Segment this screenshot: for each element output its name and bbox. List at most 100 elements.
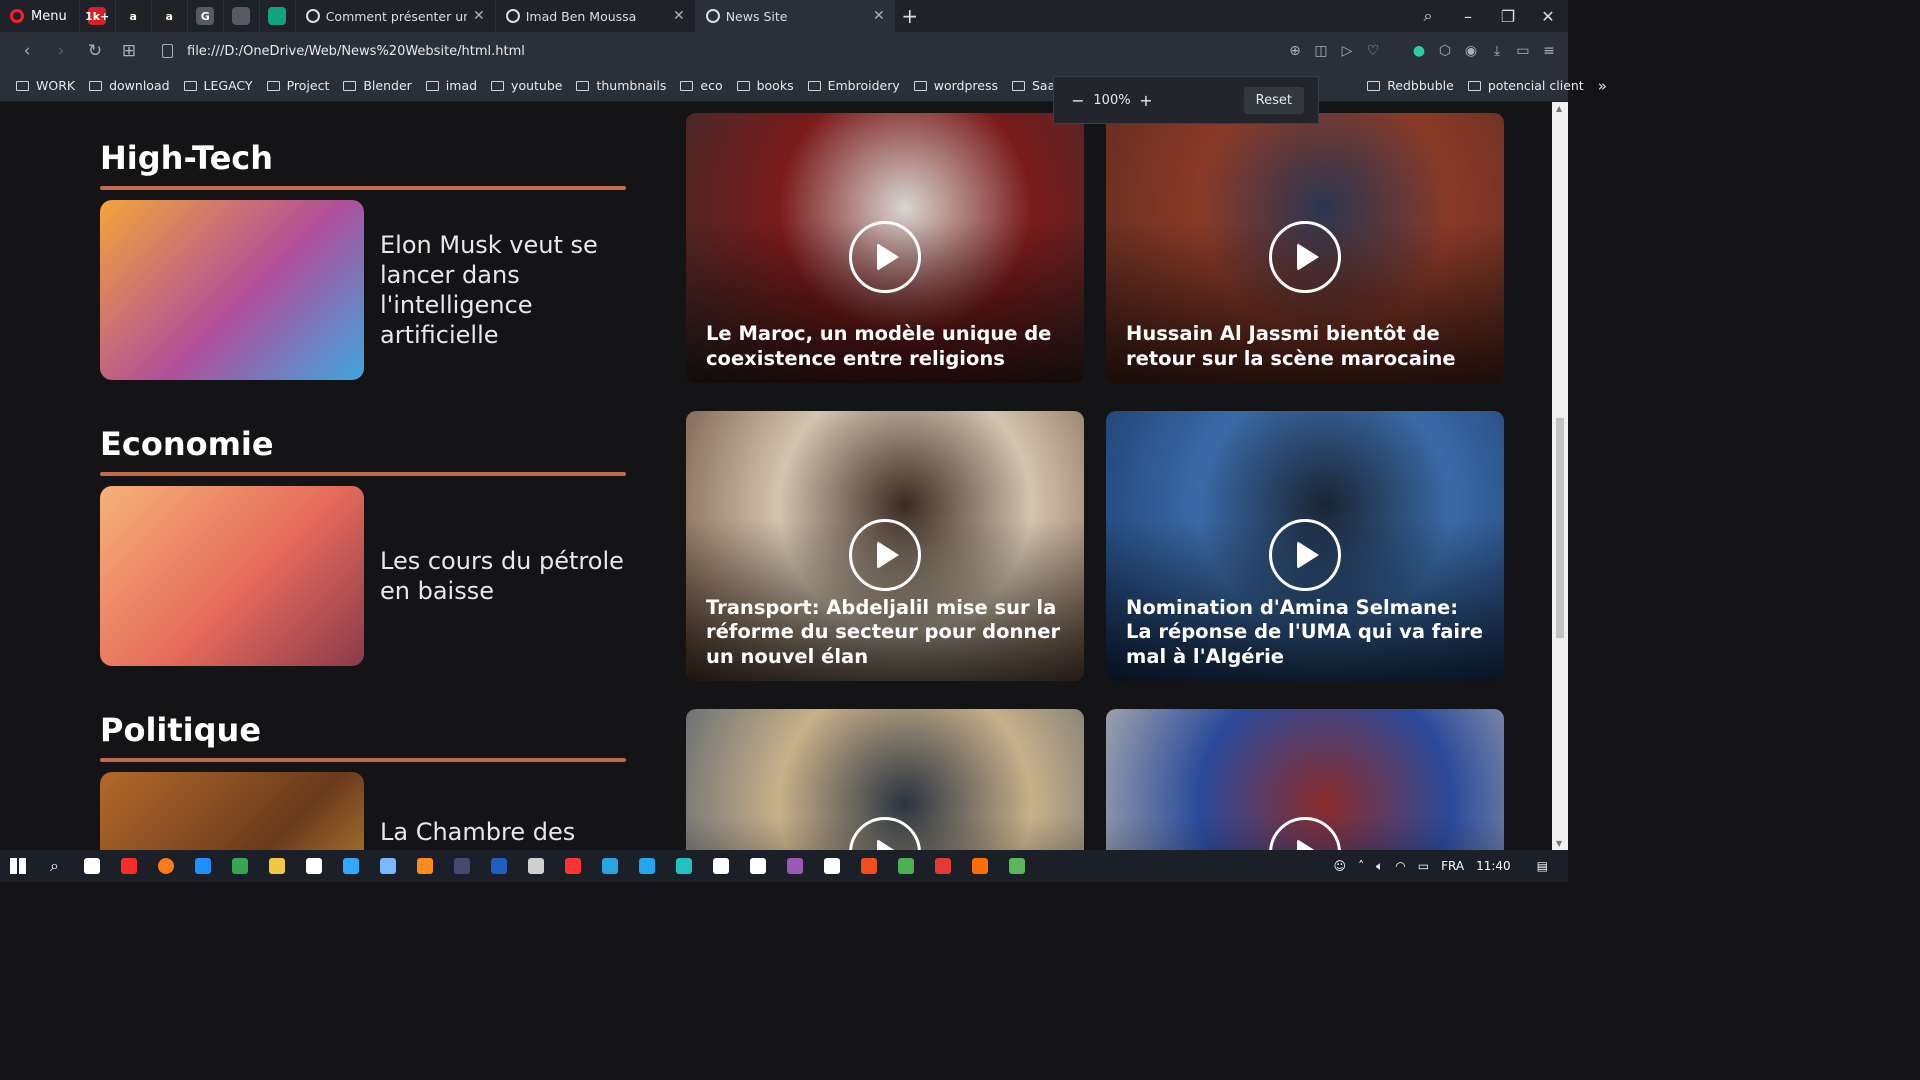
bookmark-folder[interactable]: LEGACY: [183, 78, 253, 93]
taskbar-app-icon[interactable]: [961, 850, 998, 882]
taskbar-app-icon[interactable]: [887, 850, 924, 882]
play-icon[interactable]: [1269, 221, 1341, 293]
play-icon[interactable]: [849, 519, 921, 591]
bookmark-folder[interactable]: eco: [680, 78, 723, 93]
taskbar-app-icon[interactable]: [517, 850, 554, 882]
reload-button[interactable]: ↻: [78, 41, 112, 61]
downloads-icon[interactable]: ⤓: [1488, 43, 1506, 59]
story-thumbnail[interactable]: [100, 486, 364, 666]
scrollbar-thumb[interactable]: [1556, 418, 1564, 638]
taskbar-app-icon[interactable]: [665, 850, 702, 882]
zoom-reset-button[interactable]: Reset: [1243, 86, 1304, 114]
zoom-icon[interactable]: ⊕: [1286, 43, 1304, 59]
taskbar-app-icon[interactable]: [554, 850, 591, 882]
taskbar-app-icon[interactable]: [332, 850, 369, 882]
story-thumbnail[interactable]: [100, 772, 364, 850]
maximize-button[interactable]: ❐: [1488, 7, 1528, 26]
play-icon[interactable]: [849, 221, 921, 293]
wifi-icon[interactable]: ◠: [1395, 859, 1405, 873]
bookmarks-overflow-button[interactable]: »: [1598, 77, 1607, 95]
close-tab-icon[interactable]: ✕: [873, 8, 885, 24]
people-icon[interactable]: ☺: [1334, 859, 1347, 873]
tab-pin-openai[interactable]: [258, 0, 295, 32]
tab-pin-chatgpt[interactable]: G: [186, 0, 223, 32]
zoom-in-button[interactable]: +: [1136, 91, 1156, 110]
taskbar-app-icon[interactable]: [776, 850, 813, 882]
browser-tab[interactable]: Comment présenter un pro ✕: [294, 0, 495, 32]
tab-pin-amazon-b[interactable]: a: [150, 0, 187, 32]
video-card[interactable]: Transport: Abdeljalil mise sur la réform…: [686, 411, 1084, 681]
bookmark-folder[interactable]: wordpress: [913, 78, 998, 93]
tray-expand-icon[interactable]: ˄: [1358, 859, 1364, 873]
back-button[interactable]: ‹: [10, 41, 44, 61]
video-card[interactable]: Le Maroc, un modèle unique de coexistenc…: [686, 113, 1084, 383]
start-button[interactable]: [0, 850, 36, 882]
notifications-icon[interactable]: ▤: [1537, 859, 1548, 873]
speed-dial-icon[interactable]: ⊞: [112, 41, 146, 61]
story-title[interactable]: Elon Musk veut se lancer dans l'intellig…: [380, 230, 610, 350]
taskbar-app-icon[interactable]: [110, 850, 147, 882]
bookmark-folder[interactable]: Embroidery: [807, 78, 900, 93]
profile-icon[interactable]: ◉: [1462, 43, 1480, 59]
taskbar-app-icon[interactable]: [221, 850, 258, 882]
send-icon[interactable]: ▷: [1338, 43, 1356, 59]
page-info-icon[interactable]: [162, 44, 173, 58]
video-title[interactable]: Le Maroc, un modèle unique de coexistenc…: [706, 322, 1066, 371]
bookmark-folder[interactable]: WORK: [16, 78, 75, 93]
taskbar-app-icon[interactable]: [591, 850, 628, 882]
video-card[interactable]: [1106, 709, 1504, 850]
bookmark-folder[interactable]: Redbbuble: [1367, 78, 1454, 93]
zoom-out-button[interactable]: −: [1068, 91, 1088, 110]
language-indicator[interactable]: FRA: [1441, 859, 1464, 873]
new-tab-button[interactable]: +: [895, 4, 925, 28]
bookmark-folder[interactable]: imad: [425, 78, 477, 93]
taskbar-app-icon[interactable]: [443, 850, 480, 882]
tab-pin-globe[interactable]: [222, 0, 259, 32]
taskbar-app-icon[interactable]: [702, 850, 739, 882]
taskbar-app-icon[interactable]: [813, 850, 850, 882]
search-tabs-icon[interactable]: ⌕: [1408, 6, 1448, 26]
browser-tab[interactable]: News Site ✕: [694, 0, 895, 32]
taskbar-app-icon[interactable]: [73, 850, 110, 882]
bookmark-folder[interactable]: books: [736, 78, 794, 93]
easy-setup-icon[interactable]: ≡: [1540, 43, 1558, 59]
bookmark-folder[interactable]: potencial client: [1467, 78, 1584, 93]
taskbar-app-icon[interactable]: [295, 850, 332, 882]
taskbar-app-icon[interactable]: [739, 850, 776, 882]
taskbar-app-icon[interactable]: [998, 850, 1035, 882]
story-thumbnail[interactable]: [100, 200, 364, 380]
battery-saver-icon[interactable]: ▭: [1514, 43, 1532, 59]
video-card[interactable]: [686, 709, 1084, 850]
search-icon[interactable]: ⌕: [36, 850, 73, 882]
scroll-up-arrow-icon[interactable]: ▲: [1556, 104, 1562, 113]
taskbar-app-icon[interactable]: [258, 850, 295, 882]
clock[interactable]: 11:40: [1476, 859, 1511, 873]
scroll-down-arrow-icon[interactable]: ▼: [1556, 839, 1562, 848]
video-title[interactable]: Hussain Al Jassmi bientôt de retour sur …: [1126, 322, 1486, 371]
story-item[interactable]: Les cours du pétrole en baisse: [100, 486, 626, 666]
tab-pin-ytpro[interactable]: 1k+: [78, 0, 115, 32]
volume-icon[interactable]: 🔈︎: [1376, 859, 1383, 874]
tab-pin-amazon-a[interactable]: a: [114, 0, 151, 32]
close-tab-icon[interactable]: ✕: [673, 8, 685, 24]
close-window-button[interactable]: ✕: [1528, 7, 1568, 26]
story-item[interactable]: Elon Musk veut se lancer dans l'intellig…: [100, 200, 626, 380]
bookmark-folder[interactable]: youtube: [491, 78, 562, 93]
taskbar-app-icon[interactable]: [924, 850, 961, 882]
address-field[interactable]: file:///D:/OneDrive/Web/News%20Website/h…: [162, 44, 525, 59]
minimize-button[interactable]: –: [1448, 7, 1488, 26]
browser-tab[interactable]: Imad Ben Moussa ✕: [494, 0, 695, 32]
taskbar-app-icon[interactable]: [628, 850, 665, 882]
video-title[interactable]: Nomination d'Amina Selmane: La réponse d…: [1126, 596, 1486, 670]
video-title[interactable]: Transport: Abdeljalil mise sur la réform…: [706, 596, 1066, 670]
taskbar-app-icon[interactable]: [369, 850, 406, 882]
video-card[interactable]: Hussain Al Jassmi bientôt de retour sur …: [1106, 113, 1504, 383]
taskbar-app-icon[interactable]: [184, 850, 221, 882]
taskbar-app-icon[interactable]: [406, 850, 443, 882]
opera-menu-button[interactable]: Menu: [0, 0, 79, 32]
taskbar-app-icon[interactable]: [850, 850, 887, 882]
bookmark-folder[interactable]: Project: [266, 78, 329, 93]
story-title[interactable]: Les cours du pétrole en baisse: [380, 546, 626, 606]
story-item[interactable]: La Chambre des conseillers adopte le: [100, 772, 626, 850]
battery-icon[interactable]: ▭: [1418, 859, 1429, 873]
